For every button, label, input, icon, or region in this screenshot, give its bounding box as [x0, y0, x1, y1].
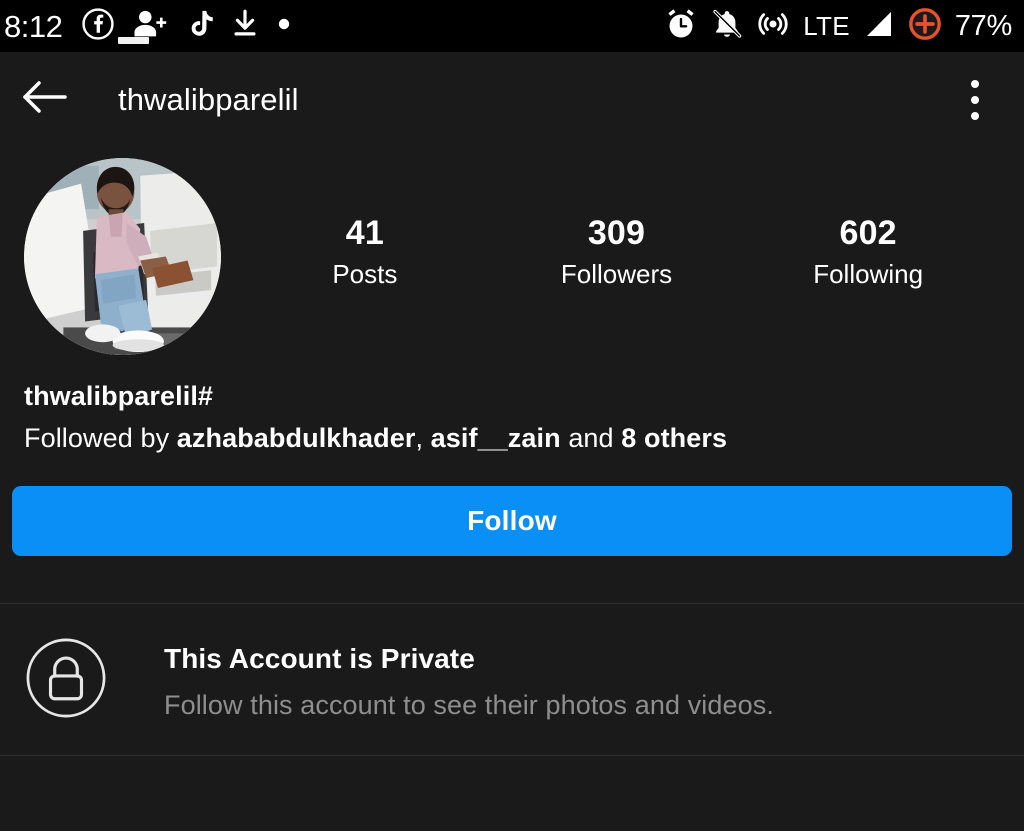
download-icon — [230, 8, 260, 45]
private-account-title: This Account is Private — [164, 642, 475, 674]
followed-by-line[interactable]: Followed by azhababdulkhader, asif__zain… — [24, 421, 1002, 457]
follow-button-container: Follow — [0, 457, 1024, 556]
facebook-icon — [81, 7, 115, 46]
followed-by-user-1[interactable]: azhababdulkhader — [177, 423, 416, 453]
followed-by-others[interactable]: 8 others — [621, 423, 727, 453]
stat-posts[interactable]: 41 Posts — [300, 214, 430, 292]
profile-stats: 41 Posts 309 Followers 602 Following — [221, 158, 1000, 292]
signal-bars-icon — [863, 8, 895, 45]
stat-followers[interactable]: 309 Followers — [551, 214, 681, 292]
do-not-disturb-icon — [908, 7, 942, 46]
notch-indicator — [118, 37, 149, 44]
private-account-text-group: This Account is Private Follow this acco… — [164, 632, 774, 723]
bell-muted-icon — [711, 7, 743, 46]
avatar-photo — [24, 158, 221, 355]
follow-button[interactable]: Follow — [12, 485, 1012, 556]
private-account-notice: This Account is Private Follow this acco… — [0, 604, 1024, 723]
followed-by-separator: , — [415, 423, 431, 454]
section-divider-bottom — [0, 754, 1024, 756]
profile-summary: 41 Posts 309 Followers 602 Following — [0, 147, 1024, 355]
followed-by-prefix: Followed by — [24, 423, 177, 454]
stat-following[interactable]: 602 Following — [803, 214, 933, 292]
stat-following-label: Following — [813, 259, 924, 290]
status-bar-clock: 8:12 — [4, 8, 63, 44]
bio-display-name: thwalibparelil# — [24, 381, 214, 411]
dot-icon — [277, 17, 291, 36]
private-account-subtitle: Follow this account to see their photos … — [164, 689, 774, 720]
alarm-clock-icon — [664, 7, 698, 46]
stat-followers-value: 309 — [587, 214, 646, 252]
network-type-label: LTE — [803, 11, 850, 41]
status-bar: 8:12 LTE 77% — [0, 0, 1024, 52]
page-title: thwalibparelil — [118, 82, 299, 117]
overflow-menu-icon[interactable] — [948, 69, 1002, 131]
back-arrow-icon — [19, 77, 71, 122]
followed-by-user-2[interactable]: asif__zain — [431, 423, 561, 453]
avatar[interactable] — [24, 158, 221, 355]
follow-button-bottom-spacer — [0, 556, 1024, 603]
battery-percentage: 77% — [954, 9, 1012, 42]
stat-following-value: 602 — [839, 214, 897, 252]
private-notice-bottom-spacer — [0, 723, 1024, 755]
stat-followers-label: Followers — [560, 259, 673, 290]
stat-posts-value: 41 — [345, 214, 384, 252]
overflow-dot-2 — [971, 95, 979, 104]
stat-posts-label: Posts — [332, 259, 398, 290]
overflow-dot-1 — [971, 79, 979, 88]
hotspot-icon — [756, 7, 790, 46]
followed-by-conjunction: and — [560, 423, 622, 454]
tiktok-icon — [185, 8, 214, 45]
status-bar-right-group: LTE 77% — [664, 7, 1012, 46]
back-button[interactable] — [14, 69, 76, 131]
app-header: thwalibparelil — [0, 52, 1024, 147]
overflow-dot-3 — [971, 111, 979, 120]
lock-icon — [24, 636, 108, 720]
profile-bio: thwalibparelil# Followed by azhababdulkh… — [0, 355, 1024, 457]
